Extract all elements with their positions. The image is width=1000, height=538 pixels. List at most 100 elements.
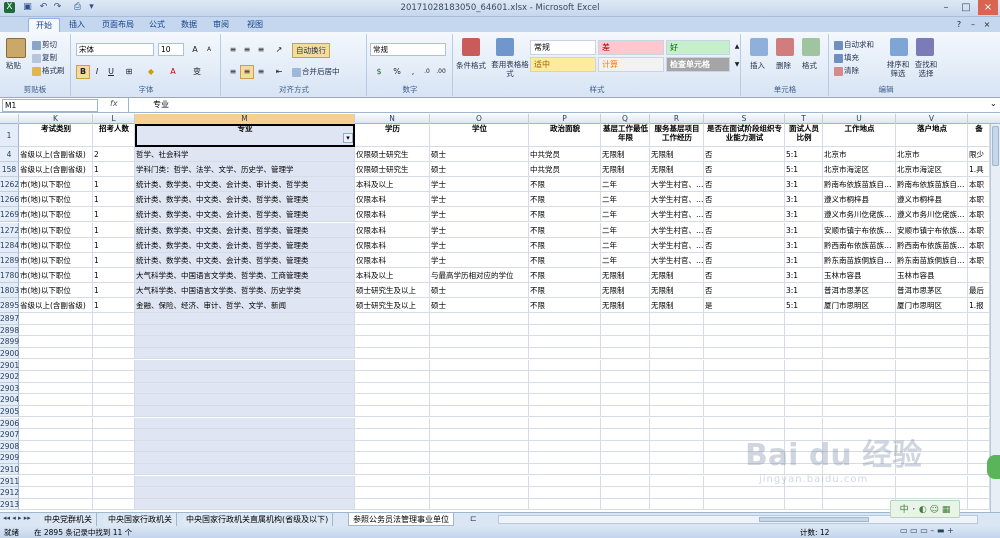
orientation-icon[interactable]: ↗ [272, 43, 286, 57]
table-cell[interactable] [968, 394, 990, 406]
table-cell[interactable] [601, 417, 650, 430]
underline-icon[interactable]: U [104, 65, 118, 79]
table-cell[interactable]: 硕士 [430, 282, 529, 298]
table-cell[interactable]: 1 [93, 282, 135, 298]
table-cell[interactable] [529, 394, 601, 406]
table-format-button[interactable]: 套用表格格式 [490, 60, 530, 78]
table-cell[interactable]: 统计类、数学类、中文类、会计类、哲学类、管理类 [135, 252, 355, 268]
table-cell[interactable] [601, 440, 650, 453]
table-cell[interactable] [785, 405, 823, 418]
table-cell[interactable]: 硕士研究生及以上 [355, 298, 430, 314]
row-header[interactable]: 1780 [0, 267, 19, 283]
table-cell[interactable]: 无限制 [650, 147, 704, 163]
cut-button[interactable]: 剪切 [32, 39, 57, 50]
font-size-box[interactable]: 10 [158, 43, 184, 56]
table-cell[interactable] [93, 347, 135, 360]
row-header[interactable]: 2902 [0, 371, 19, 383]
table-cell[interactable] [19, 371, 93, 383]
table-cell[interactable] [704, 417, 785, 430]
table-cell[interactable] [430, 405, 529, 418]
table-cell[interactable] [93, 429, 135, 441]
table-cell[interactable] [823, 475, 896, 488]
table-cell[interactable] [430, 359, 529, 372]
table-cell[interactable] [93, 405, 135, 418]
table-cell[interactable] [650, 452, 704, 464]
table-cell[interactable] [968, 313, 990, 325]
table-cell[interactable] [355, 394, 430, 406]
table-cell[interactable] [896, 429, 968, 441]
percent-icon[interactable]: % [390, 65, 404, 79]
table-cell[interactable] [135, 440, 355, 453]
table-cell[interactable]: 无限制 [601, 147, 650, 163]
align-top-icon[interactable]: ≡ [226, 43, 240, 57]
formula-input[interactable]: 专业 [128, 98, 990, 112]
table-cell[interactable] [785, 429, 823, 441]
table-cell[interactable] [430, 417, 529, 430]
table-cell[interactable] [529, 347, 601, 360]
table-cell[interactable]: 二年 [601, 192, 650, 208]
row-header[interactable]: 1289 [0, 252, 19, 268]
close-button[interactable]: × [978, 0, 998, 15]
table-cell[interactable]: 玉林市容县 [823, 267, 896, 283]
table-cell[interactable] [785, 417, 823, 430]
table-cell[interactable] [135, 324, 355, 337]
table-cell[interactable] [355, 498, 430, 511]
table-cell[interactable] [968, 417, 990, 430]
row-header[interactable]: 1284 [0, 237, 19, 253]
column-header-k[interactable]: K [19, 114, 93, 124]
table-cell[interactable] [650, 347, 704, 360]
tab-review[interactable]: 审阅 [208, 18, 234, 32]
table-cell[interactable] [968, 487, 990, 499]
sheet-nav-arrows-icon[interactable]: ◂◂ ◂ ▸ ▸▸ [3, 514, 31, 522]
new-sheet-icon[interactable]: ⊏ [470, 514, 477, 523]
table-cell[interactable]: 厦门市思明区 [896, 298, 968, 314]
table-cell[interactable] [355, 463, 430, 476]
table-cell[interactable] [823, 382, 896, 395]
table-cell[interactable] [896, 475, 968, 488]
table-cell[interactable]: 市(地)以下职位 [19, 192, 93, 208]
table-cell[interactable] [823, 336, 896, 348]
row-header[interactable]: 4 [0, 147, 19, 163]
table-cell[interactable]: 无限制 [650, 282, 704, 298]
table-cell[interactable] [529, 429, 601, 441]
font-color-icon[interactable]: A [166, 65, 180, 79]
table-cell[interactable] [19, 405, 93, 418]
sheet-tab-direct-agencies[interactable]: 中央国家行政机关直属机构(省级及以下) [182, 513, 334, 526]
table-cell[interactable] [430, 371, 529, 383]
table-cell[interactable]: 北京市 [823, 147, 896, 163]
table-cell[interactable] [823, 313, 896, 325]
column-header-r[interactable]: R [650, 114, 704, 124]
table-cell[interactable]: 是 [704, 298, 785, 314]
tab-data[interactable]: 数据 [176, 18, 202, 32]
table-cell[interactable]: 二年 [601, 237, 650, 253]
table-cell[interactable]: 仅限本科 [355, 192, 430, 208]
table-cell[interactable]: 金融、保险、经济、审计、哲学、文学、新闻 [135, 298, 355, 314]
row-header[interactable]: 2897 [0, 313, 19, 325]
table-cell[interactable] [968, 475, 990, 488]
style-check-cell[interactable]: 检查单元格 [666, 57, 730, 72]
table-cell[interactable] [650, 429, 704, 441]
table-cell[interactable]: 本科及以上 [355, 177, 430, 193]
table-cell[interactable]: 无限制 [601, 267, 650, 283]
table-cell[interactable] [19, 452, 93, 464]
table-cell[interactable] [355, 405, 430, 418]
table-cell[interactable] [430, 382, 529, 395]
table-cell[interactable]: 3:1 [785, 252, 823, 268]
table-cell[interactable]: 玉林市容县 [896, 267, 968, 283]
column-header-q[interactable]: Q [601, 114, 650, 124]
table-cell[interactable] [355, 359, 430, 372]
table-cell[interactable]: 统计类、数学类、中文类、会计类、哲学类、管理类 [135, 192, 355, 208]
table-cell[interactable] [93, 440, 135, 453]
table-cell[interactable] [785, 347, 823, 360]
row-header[interactable]: 1272 [0, 222, 19, 238]
table-cell[interactable] [785, 313, 823, 325]
table-cell[interactable]: 1 [93, 162, 135, 178]
table-cell[interactable]: 仅限本科 [355, 207, 430, 223]
column-header-n[interactable]: N [355, 114, 430, 124]
table-cell[interactable]: 硕士 [430, 147, 529, 163]
table-cell[interactable]: 统计类、数学类、中文类、会计类、哲学类、管理类 [135, 207, 355, 223]
table-cell[interactable]: 大学生村官、… [650, 177, 704, 193]
row-header[interactable]: 1803 [0, 282, 19, 298]
number-format-box[interactable]: 常规 [370, 43, 446, 56]
header-cell[interactable]: 招考人数 [93, 124, 135, 147]
